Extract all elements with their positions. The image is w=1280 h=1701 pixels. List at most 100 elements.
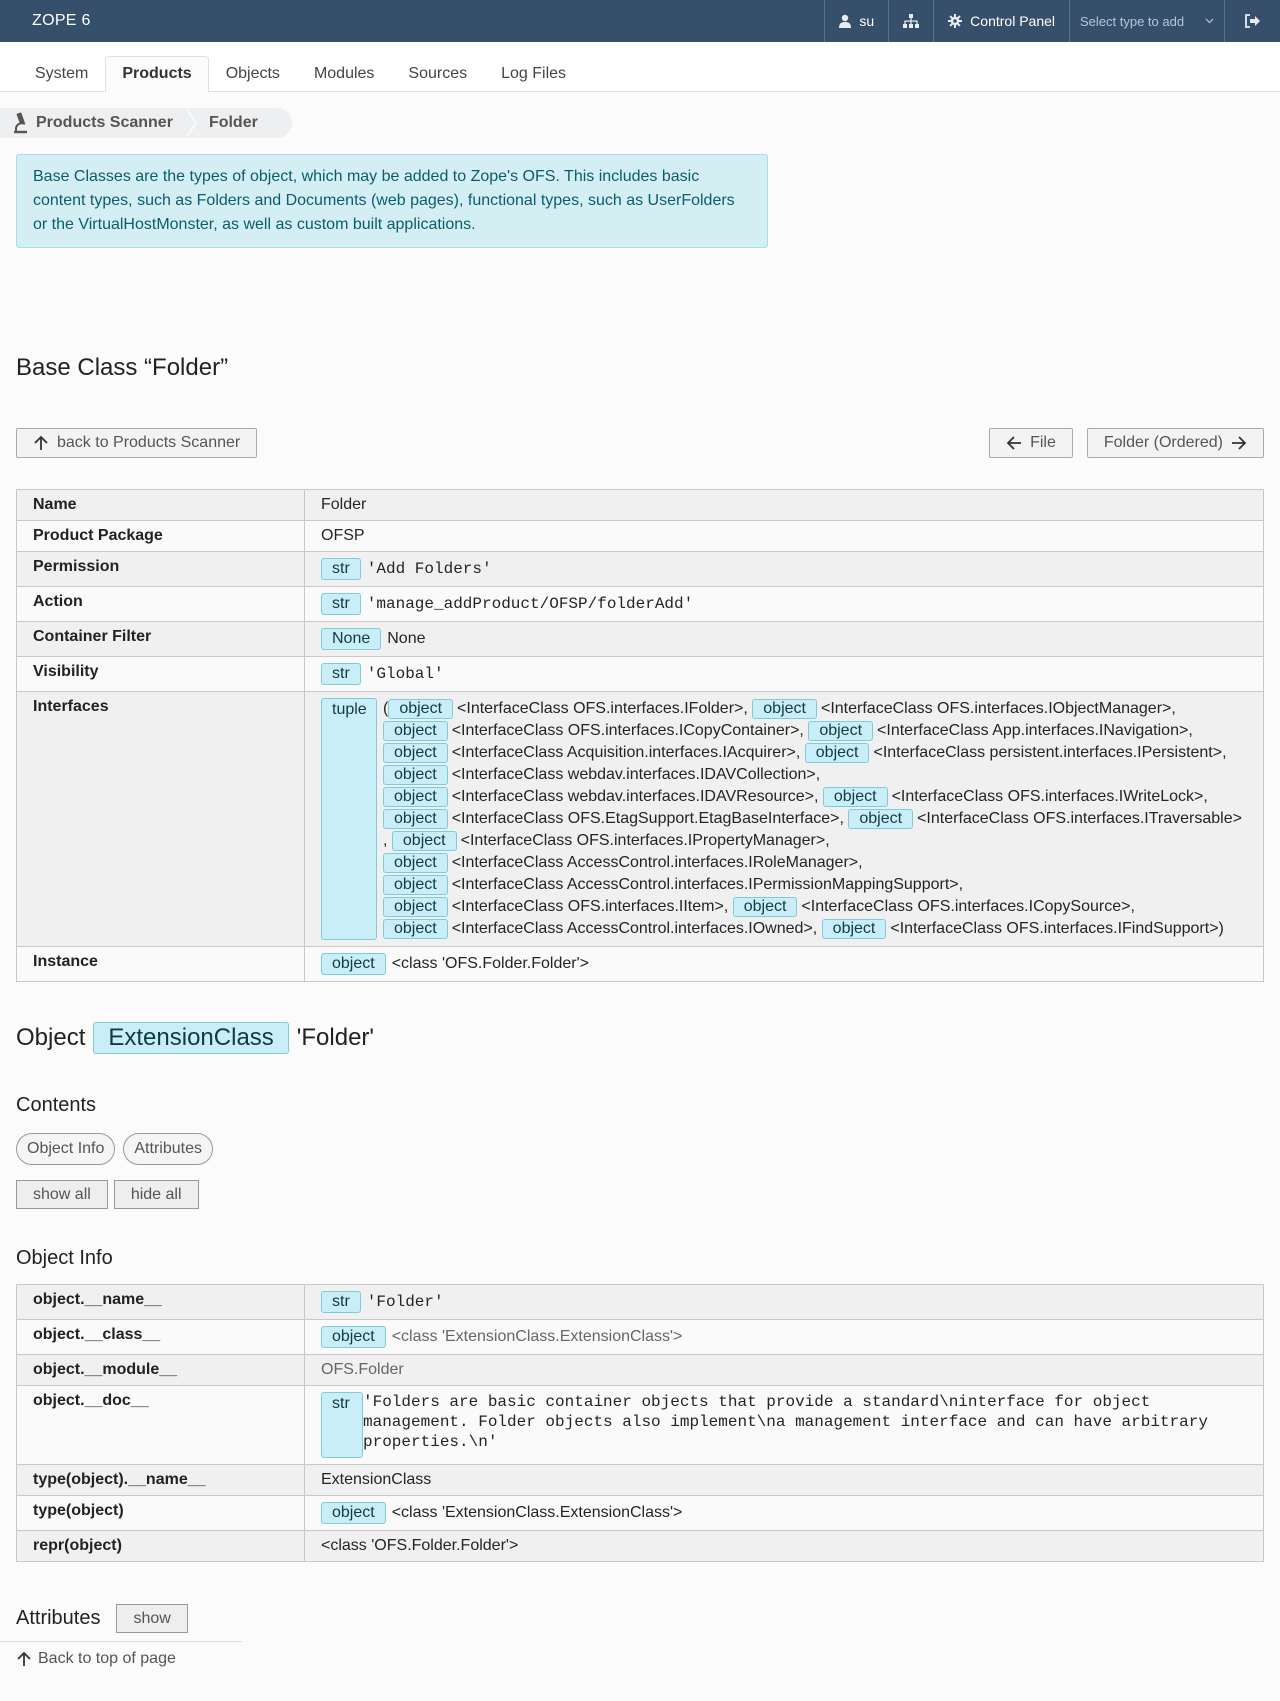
table-row: Name Folder xyxy=(16,489,1264,521)
interface-entry: <InterfaceClass Acquisition.interfaces.I… xyxy=(451,744,801,761)
next-class-button[interactable]: Folder (Ordered) xyxy=(1086,428,1264,458)
row-value: None None xyxy=(304,621,1264,657)
row-key: type(object) xyxy=(16,1495,305,1531)
table-row: Product Package OFSP xyxy=(16,520,1264,552)
row-key: repr(object) xyxy=(16,1530,305,1562)
row-key: object.__class__ xyxy=(16,1319,305,1355)
main-tabs: System Products Objects Modules Sources … xyxy=(0,42,1280,92)
interface-entry: <InterfaceClass App.interfaces.INavigati… xyxy=(877,722,1193,739)
breadcrumb-folder[interactable]: Folder xyxy=(184,108,292,138)
object-badge: object xyxy=(383,919,448,939)
object-heading-prefix: Object xyxy=(16,1024,86,1051)
object-badge: object xyxy=(388,699,454,719)
object-info-heading: Object Info xyxy=(16,1247,113,1269)
breadcrumb: Products Scanner Folder xyxy=(0,108,1280,138)
object-badge: object xyxy=(822,787,888,807)
type-badge: str xyxy=(321,593,361,615)
type-badge: object xyxy=(321,1326,386,1348)
control-panel-label: Control Panel xyxy=(970,13,1055,29)
interface-entry: <InterfaceClass OFS.interfaces.IObjectMa… xyxy=(820,700,1176,717)
interface-entry: <InterfaceClass AccessControl.interfaces… xyxy=(451,920,818,937)
user-menu[interactable]: su xyxy=(824,0,888,42)
object-badge: object xyxy=(821,919,887,939)
arrow-up-icon xyxy=(17,1651,31,1666)
value-text: <class 'ExtensionClass.ExtensionClass'> xyxy=(391,1504,683,1521)
interface-entry: <InterfaceClass OFS.interfaces.ICopyCont… xyxy=(451,722,804,739)
tab-sources[interactable]: Sources xyxy=(391,56,484,92)
interface-entry: <InterfaceClass AccessControl.interfaces… xyxy=(451,854,863,871)
table-row: object.__class__ object <class 'Extension… xyxy=(16,1319,1264,1355)
tab-modules[interactable]: Modules xyxy=(297,56,391,92)
back-to-top-link[interactable]: Back to top of page xyxy=(0,1641,242,1668)
row-value: object <class 'ExtensionClass.ExtensionCl… xyxy=(304,1319,1264,1355)
attributes-link[interactable]: Attributes xyxy=(123,1133,213,1165)
prev-class-label: File xyxy=(1030,434,1056,451)
row-value: str 'Folders are basic container objects… xyxy=(304,1385,1264,1465)
object-badge: object xyxy=(752,699,817,719)
attributes-section: Attributes show xyxy=(16,1604,1280,1633)
extension-class-badge: ExtensionClass xyxy=(93,1022,289,1054)
brand-logo[interactable]: ZOPE 6 xyxy=(0,0,824,42)
table-row: repr(object) <class 'OFS.Folder.Folder'> xyxy=(16,1530,1264,1562)
row-key: Container Filter xyxy=(16,621,305,657)
object-badge: object xyxy=(804,743,870,763)
contents-nav: Object Info Attributes xyxy=(16,1133,1280,1165)
user-icon xyxy=(839,14,852,28)
tuple-badge: tuple xyxy=(321,698,377,940)
tab-objects[interactable]: Objects xyxy=(209,56,297,92)
object-info-link[interactable]: Object Info xyxy=(16,1133,116,1165)
table-row: object.__module__ OFS.Folder xyxy=(16,1354,1264,1386)
show-hide-controls: show all hide all xyxy=(16,1180,1280,1209)
row-key: object.__doc__ xyxy=(16,1385,305,1465)
control-panel-link[interactable]: Control Panel xyxy=(933,0,1069,42)
arrow-right-icon xyxy=(1232,436,1247,450)
table-row: Permission str 'Add Folders' xyxy=(16,551,1264,587)
row-value: OFSP xyxy=(304,520,1264,552)
show-attributes-button[interactable]: show xyxy=(116,1604,188,1633)
row-value: tuple (object <InterfaceClass OFS.interfa… xyxy=(304,691,1264,947)
add-type-select[interactable]: Select type to add xyxy=(1069,0,1224,42)
interface-entry: <InterfaceClass webdav.interfaces.IDAVRe… xyxy=(451,788,819,805)
interface-entry: <InterfaceClass webdav.interfaces.IDAVCo… xyxy=(451,766,821,783)
table-row: Action str 'manage_addProduct/OFSP/folder… xyxy=(16,586,1264,622)
row-key: Interfaces xyxy=(16,691,305,947)
prev-class-button[interactable]: File xyxy=(989,428,1073,458)
back-to-scanner-button[interactable]: back to Products Scanner xyxy=(16,428,258,458)
base-class-table: Name Folder Product Package OFSP Permiss… xyxy=(16,489,1264,982)
type-badge: str xyxy=(321,1392,363,1458)
gear-icon xyxy=(948,14,963,28)
table-row: Interfaces tuple (object <InterfaceClass … xyxy=(16,691,1264,947)
hide-all-button[interactable]: hide all xyxy=(113,1180,199,1209)
row-key: Product Package xyxy=(16,520,305,552)
table-row: object.__name__ str 'Folder' xyxy=(16,1284,1264,1320)
value-text: 'Add Folders' xyxy=(366,560,492,578)
row-value: <class 'OFS.Folder.Folder'> xyxy=(304,1530,1264,1562)
object-badge: object xyxy=(383,853,448,873)
interface-entry: <InterfaceClass OFS.EtagSupport.EtagBase… xyxy=(451,810,844,827)
tab-log-files[interactable]: Log Files xyxy=(484,56,583,92)
row-key: Action xyxy=(16,586,305,622)
object-badge: object xyxy=(383,809,448,829)
sitemap-button[interactable] xyxy=(888,0,933,42)
table-row: Instance object <class 'OFS.Folder.Folder… xyxy=(16,946,1264,982)
breadcrumb-products-scanner[interactable]: Products Scanner xyxy=(0,108,197,138)
interface-entry: <InterfaceClass AccessControl.interfaces… xyxy=(451,876,964,893)
object-badge: object xyxy=(391,831,457,851)
object-heading: Object ExtensionClass 'Folder' xyxy=(16,1022,1280,1054)
object-badge: object xyxy=(383,787,448,807)
show-all-button[interactable]: show all xyxy=(16,1180,108,1209)
interface-entry: <InterfaceClass OFS.interfaces.ICopySour… xyxy=(801,898,1135,915)
tab-products[interactable]: Products xyxy=(105,56,209,92)
tab-system[interactable]: System xyxy=(18,56,105,92)
next-class-label: Folder (Ordered) xyxy=(1103,434,1223,451)
row-value: Folder xyxy=(304,489,1264,521)
row-key: Name xyxy=(16,489,305,521)
interface-entry: <InterfaceClass OFS.interfaces.IWriteLoc… xyxy=(891,788,1208,805)
row-value: str 'manage_addProduct/OFSP/folderAdd' xyxy=(304,586,1264,622)
page-title: Base Class “Folder” xyxy=(16,354,229,381)
logout-button[interactable] xyxy=(1224,0,1280,42)
row-value: object <class 'ExtensionClass.ExtensionCl… xyxy=(304,1495,1264,1531)
row-key: Visibility xyxy=(16,656,305,692)
type-badge: object xyxy=(321,1502,386,1524)
value-text: 'manage_addProduct/OFSP/folderAdd' xyxy=(366,595,694,613)
